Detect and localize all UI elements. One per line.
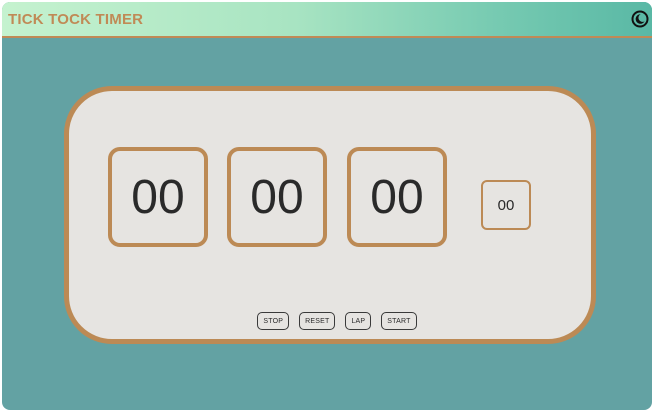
- minutes-display: 00: [227, 147, 327, 247]
- timer-panel: 00 00 00 00 STOP RESET LAP START: [64, 86, 596, 344]
- seconds-display: 00: [347, 147, 447, 247]
- app-header: TICK TOCK TIMER: [2, 2, 652, 38]
- milliseconds-display: 00: [481, 180, 531, 230]
- timer-controls: STOP RESET LAP START: [69, 312, 591, 330]
- app-title: TICK TOCK TIMER: [8, 11, 144, 28]
- reset-button[interactable]: RESET: [299, 312, 336, 330]
- moon-icon[interactable]: [631, 10, 649, 28]
- hours-display: 00: [108, 147, 208, 247]
- stop-button[interactable]: STOP: [257, 312, 290, 330]
- app-window: TICK TOCK TIMER 00 00 00 00 STOP RESET L…: [2, 2, 652, 410]
- lap-button[interactable]: LAP: [345, 312, 372, 330]
- start-button[interactable]: START: [381, 312, 417, 330]
